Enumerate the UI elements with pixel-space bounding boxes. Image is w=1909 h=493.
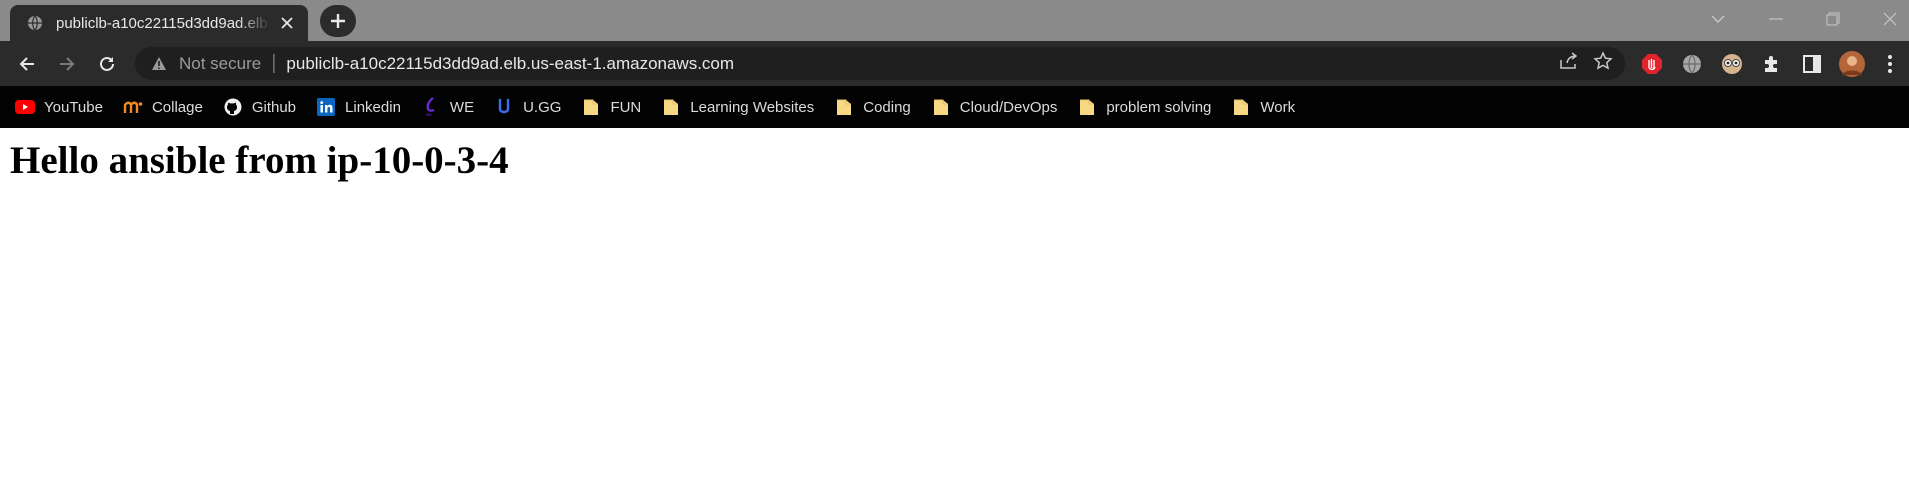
- bookmark-label: Collage: [151, 98, 203, 116]
- close-window-button[interactable]: [1862, 0, 1909, 38]
- bookmark-folder-problem-solving[interactable]: problem solving: [1076, 92, 1211, 122]
- svg-text:we: we: [426, 112, 432, 117]
- active-tab[interactable]: publiclb-a10c22115d3dd9ad.elb.us-east-1.…: [10, 5, 308, 41]
- bookmark-folder-work[interactable]: Work: [1230, 92, 1295, 122]
- bookmark-we[interactable]: we WE: [420, 92, 474, 122]
- bookmark-folder-learning-websites[interactable]: Learning Websites: [660, 92, 814, 122]
- folder-icon: [1230, 97, 1252, 117]
- folder-icon: [580, 97, 602, 117]
- bookmark-label: FUN: [610, 98, 642, 116]
- bookmark-label: Learning Websites: [690, 98, 815, 116]
- folder-icon: [660, 97, 682, 117]
- bookmark-youtube[interactable]: YouTube: [14, 92, 103, 122]
- linkedin-icon: [315, 97, 337, 117]
- page-content: Hello ansible from ip-10-0-3-4: [0, 128, 1909, 193]
- tab-search-button[interactable]: [1690, 0, 1746, 38]
- bookmark-label: Cloud/DevOps: [959, 98, 1058, 116]
- bookmark-label: Linkedin: [345, 98, 401, 116]
- forward-button[interactable]: [52, 49, 82, 79]
- warning-icon[interactable]: [151, 55, 169, 73]
- bookmark-label: problem solving: [1106, 98, 1212, 116]
- url-separator: |: [271, 52, 277, 74]
- github-icon: [222, 97, 244, 117]
- reload-icon: [100, 56, 114, 71]
- security-label[interactable]: Not secure: [179, 54, 261, 74]
- bookmark-github[interactable]: Github: [222, 92, 296, 122]
- bookmark-label: Github: [251, 98, 297, 116]
- owl-extension-icon[interactable]: [1717, 49, 1747, 79]
- bookmark-label: Coding: [863, 98, 911, 116]
- folder-icon: [833, 97, 855, 117]
- close-icon: [1883, 12, 1897, 26]
- url-text[interactable]: publiclb-a10c22115d3dd9ad.elb.us-east-1.…: [286, 54, 734, 74]
- side-panel-icon[interactable]: [1797, 49, 1827, 79]
- new-tab-button[interactable]: [320, 5, 356, 37]
- youtube-icon: [14, 97, 36, 117]
- menu-icon[interactable]: [1875, 49, 1905, 79]
- bookmark-label: Work: [1260, 98, 1296, 116]
- puzzle-icon[interactable]: [1757, 49, 1787, 79]
- bookmark-label: YouTube: [44, 98, 103, 116]
- restore-button[interactable]: [1805, 0, 1861, 38]
- globe-extension-icon[interactable]: [1677, 49, 1707, 79]
- chevron-down-icon: [1711, 15, 1725, 23]
- tab-strip: publiclb-a10c22115d3dd9ad.elb.us-east-1.…: [0, 0, 1909, 41]
- minimize-button[interactable]: [1748, 0, 1804, 38]
- globe-icon: [26, 14, 44, 32]
- plus-icon: [331, 14, 345, 28]
- we-icon: we: [420, 97, 442, 117]
- adblock-extension-icon[interactable]: [1637, 49, 1667, 79]
- bookmark-collage[interactable]: Collage: [122, 92, 203, 122]
- avatar[interactable]: [1837, 49, 1867, 79]
- bookmark-folder-cloud-devops[interactable]: Cloud/DevOps: [930, 92, 1058, 122]
- bookmark-label: U.GG: [523, 98, 562, 116]
- star-icon[interactable]: [1593, 51, 1613, 76]
- ugg-icon: [493, 97, 515, 117]
- tab-title: publiclb-a10c22115d3dd9ad.elb.us-east-1.…: [56, 14, 270, 32]
- toolbar: Not secure | publiclb-a10c22115d3dd9ad.e…: [0, 41, 1909, 86]
- folder-icon: [930, 97, 952, 117]
- bookmarks-bar: YouTube Collage Github Linkedin we WE U.…: [0, 86, 1909, 128]
- close-tab-icon[interactable]: [276, 12, 298, 34]
- back-arrow-icon: [19, 57, 34, 71]
- reload-button[interactable]: [92, 49, 122, 79]
- bookmark-label: WE: [449, 98, 475, 116]
- share-icon[interactable]: [1559, 52, 1579, 75]
- collage-icon: [122, 97, 144, 117]
- folder-icon: [1076, 97, 1098, 117]
- bookmark-folder-fun[interactable]: FUN: [580, 92, 641, 122]
- forward-arrow-icon: [60, 57, 75, 71]
- back-button[interactable]: [12, 49, 42, 79]
- page-heading: Hello ansible from ip-10-0-3-4: [10, 139, 509, 182]
- bookmark-folder-coding[interactable]: Coding: [833, 92, 911, 122]
- restore-icon: [1826, 12, 1840, 26]
- minimize-icon: [1769, 18, 1783, 20]
- bookmark-ugg[interactable]: U.GG: [493, 92, 561, 122]
- address-bar[interactable]: Not secure | publiclb-a10c22115d3dd9ad.e…: [135, 47, 1625, 80]
- bookmark-linkedin[interactable]: Linkedin: [315, 92, 401, 122]
